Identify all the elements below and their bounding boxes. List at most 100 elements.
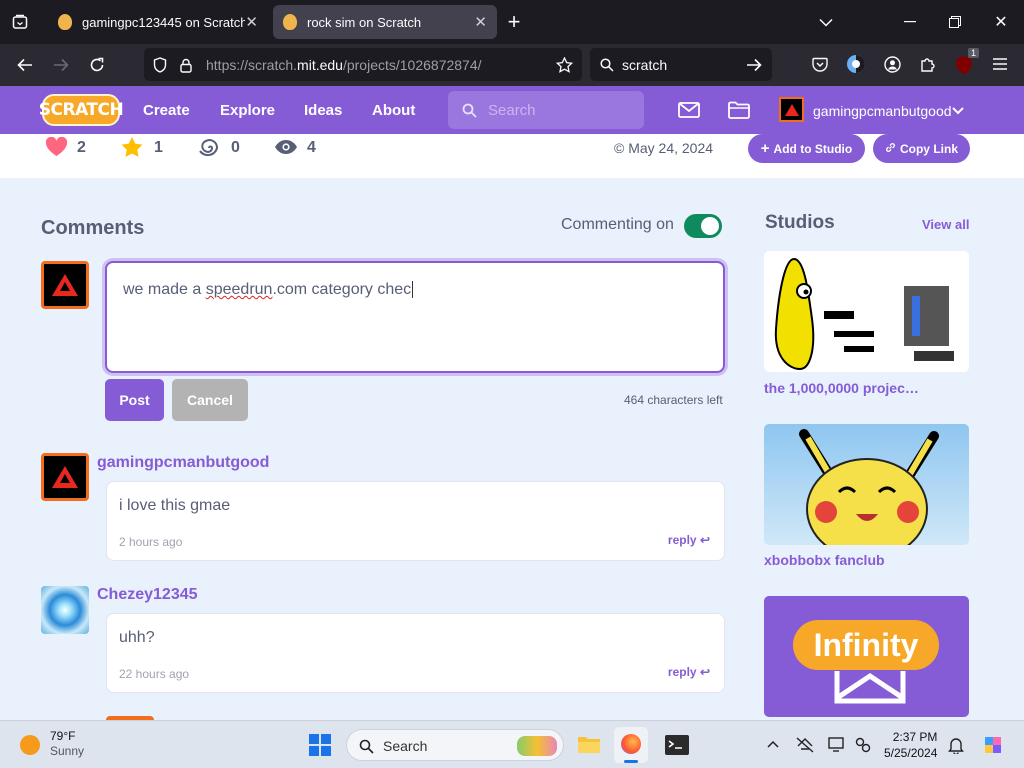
text-cursor <box>412 281 414 298</box>
clock-date: 5/25/2024 <box>884 746 938 760</box>
pocket-icon[interactable] <box>810 54 830 74</box>
reply-label: reply <box>667 533 697 547</box>
extensions-puzzle-icon[interactable] <box>918 54 938 74</box>
url-domain: mit.edu <box>297 57 343 73</box>
weather-sun-icon[interactable] <box>20 735 40 755</box>
cancel-button[interactable]: Cancel <box>172 379 248 421</box>
chevron-down-icon[interactable] <box>816 12 836 32</box>
commenting-toggle[interactable] <box>684 214 722 238</box>
bookmark-star-icon[interactable] <box>554 55 574 75</box>
browser-search-box[interactable]: scratch <box>590 48 772 81</box>
link-icon <box>885 142 896 156</box>
comment-item: i love this gmae 2 hours ago reply ↩ <box>106 481 725 561</box>
avatar[interactable] <box>41 453 89 501</box>
chevron-up-icon[interactable] <box>764 735 782 753</box>
search-highlight-icon <box>517 736 557 756</box>
tab-title: rock sim on Scratch <box>307 14 422 30</box>
browser-tab-active[interactable]: rock sim on Scratch ✕ <box>273 5 497 39</box>
ublock-icon[interactable]: 1 <box>953 48 979 76</box>
avatar[interactable] <box>41 261 89 309</box>
scratch-logo[interactable]: SCRATCH <box>39 94 124 126</box>
shield-icon[interactable] <box>151 56 169 74</box>
reply-button[interactable]: reply ↩ <box>668 665 710 679</box>
comment-username[interactable]: gamingpcmanbutgood <box>97 454 269 472</box>
minimize-icon[interactable] <box>900 12 920 32</box>
browser-tab[interactable]: gamingpc123445 on Scratch ✕ <box>48 5 268 39</box>
search-placeholder: Search <box>488 102 536 119</box>
account-icon[interactable] <box>882 54 902 74</box>
share-date: © May 24, 2024 <box>614 140 714 156</box>
chevron-down-icon[interactable] <box>950 104 966 118</box>
back-arrow-icon[interactable] <box>14 54 36 76</box>
tab-list-icon[interactable] <box>10 12 30 32</box>
studio-thumbnail[interactable]: Infinity <box>764 596 969 717</box>
my-stuff-folder-icon[interactable] <box>727 99 751 121</box>
reply-arrow-icon: ↩ <box>699 665 710 679</box>
file-explorer-icon[interactable] <box>576 731 602 757</box>
taskbar-search-label: Search <box>383 738 428 754</box>
url-path: /projects/1026872874/ <box>342 57 482 73</box>
terminal-icon[interactable] <box>664 733 690 757</box>
taskbar-clock[interactable]: 2:37 PM 5/25/2024 <box>884 729 937 761</box>
nav-create[interactable]: Create <box>143 102 190 119</box>
tab-title: gamingpc123445 on Scratch <box>82 14 246 30</box>
add-to-studio-button[interactable]: + Add to Studio <box>748 134 865 163</box>
windows-start-icon[interactable] <box>308 733 332 757</box>
avatar[interactable] <box>41 586 89 634</box>
scratch-search-input[interactable]: Search <box>448 91 644 129</box>
new-tab-icon[interactable]: + <box>504 9 524 34</box>
taskbar-search-input[interactable]: Search <box>346 729 564 761</box>
reload-icon[interactable] <box>86 54 108 76</box>
close-tab-icon[interactable]: ✕ <box>245 13 258 31</box>
comment-time: 2 hours ago <box>119 535 183 549</box>
messages-envelope-icon[interactable] <box>677 99 701 121</box>
firefox-taskbar-icon[interactable] <box>614 727 648 763</box>
network-offline-icon[interactable] <box>795 735 815 755</box>
nav-about[interactable]: About <box>372 102 415 119</box>
draft-part: .com category chec <box>272 281 412 298</box>
comment-text: i love this gmae <box>119 497 231 514</box>
copy-link-button[interactable]: Copy Link <box>873 134 970 163</box>
nav-ideas[interactable]: Ideas <box>304 102 342 119</box>
go-arrow-icon[interactable] <box>745 56 763 74</box>
windows-taskbar: 79°F Sunny Search 2:37 PM 5/25/2024 <box>0 720 1024 768</box>
post-button[interactable]: Post <box>105 379 164 421</box>
studio-name[interactable]: the 1,000,0000 projec… <box>764 380 919 396</box>
url-bar[interactable]: https://scratch.mit.edu/projects/1026872… <box>144 48 582 81</box>
vpn-extension-icon[interactable] <box>845 53 867 75</box>
studio-name[interactable]: xbobbobx fanclub <box>764 552 885 568</box>
envelope-icon <box>834 671 906 704</box>
comment-username[interactable]: Chezey12345 <box>97 586 198 604</box>
nav-explore[interactable]: Explore <box>220 102 275 119</box>
close-window-icon[interactable]: ✕ <box>991 12 1011 32</box>
plus-icon: + <box>760 140 770 157</box>
url-prefix: https://scratch. <box>206 57 298 73</box>
username-label[interactable]: gamingpcmanbutgood <box>813 103 952 119</box>
settings-sync-icon[interactable] <box>853 735 873 755</box>
weather-temp: 79°F <box>50 729 76 743</box>
studio-thumbnail[interactable] <box>764 251 969 372</box>
scratch-favicon-icon <box>58 14 72 30</box>
reply-button[interactable]: reply ↩ <box>668 533 710 547</box>
weather-widget[interactable]: 79°F Sunny <box>50 729 84 759</box>
active-indicator <box>624 760 638 763</box>
url-text: https://scratch.mit.edu/projects/1026872… <box>206 57 482 73</box>
notification-bell-icon[interactable] <box>946 735 966 755</box>
heart-icon[interactable] <box>44 136 68 158</box>
copilot-icon[interactable] <box>980 732 1006 758</box>
menu-hamburger-icon[interactable] <box>990 54 1010 74</box>
close-tab-icon[interactable]: ✕ <box>474 13 487 31</box>
lock-icon[interactable] <box>177 56 195 74</box>
studio-thumbnail[interactable] <box>764 424 969 545</box>
user-avatar[interactable] <box>779 97 804 122</box>
scratch-favicon-icon <box>283 14 297 30</box>
star-icon[interactable] <box>120 136 144 158</box>
copy-link-label: Copy Link <box>899 141 958 156</box>
restore-icon[interactable] <box>945 12 965 32</box>
extension-badge: 1 <box>967 48 979 58</box>
display-icon[interactable] <box>827 735 847 755</box>
view-all-link[interactable]: View all <box>922 217 969 232</box>
weather-desc: Sunny <box>50 744 85 758</box>
forward-arrow-icon[interactable] <box>50 54 72 76</box>
comment-compose-input[interactable]: we made a speedrun.com category chec <box>105 261 725 373</box>
